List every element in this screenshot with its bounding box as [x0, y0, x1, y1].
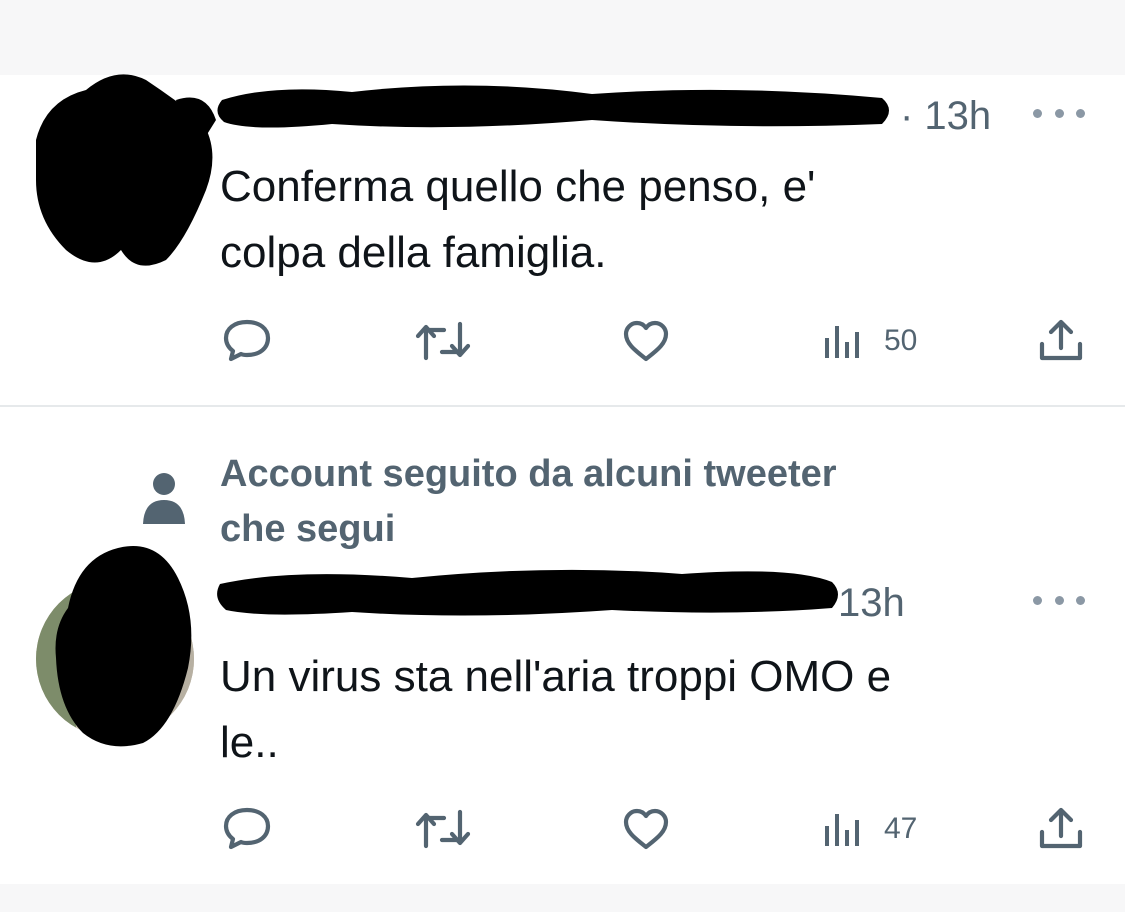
retweet-icon [415, 809, 471, 849]
bottom-gap [0, 884, 1125, 912]
share-button[interactable] [1038, 318, 1084, 362]
share-icon [1039, 319, 1083, 361]
avatar-redaction [48, 538, 198, 748]
share-icon [1039, 807, 1083, 849]
like-button[interactable] [622, 808, 670, 850]
like-icon [623, 808, 669, 850]
author-name-redaction [212, 70, 897, 138]
retweet-button[interactable] [414, 320, 472, 362]
reply-icon [223, 319, 271, 362]
views-count: 50 [884, 324, 918, 357]
avatar-redaction [26, 60, 226, 275]
views-button[interactable]: 50 [822, 322, 917, 360]
views-icon [825, 326, 859, 358]
author-name-redaction [212, 558, 844, 624]
like-icon [623, 320, 669, 362]
tweet-timestamp[interactable]: 13h [838, 583, 905, 623]
views-count: 47 [884, 812, 918, 845]
tweet-timestamp[interactable]: · 13h [900, 96, 991, 136]
more-options-icon[interactable] [1033, 103, 1085, 123]
tweet-text: Un virus sta nell'aria troppi OMO e le.. [220, 652, 892, 767]
social-context-label[interactable]: Account seguito da alcuni tweeter che se… [220, 447, 1040, 557]
tweet-divider [0, 405, 1125, 407]
views-button[interactable]: 47 [822, 810, 917, 848]
retweet-button[interactable] [414, 808, 472, 850]
reply-button[interactable] [222, 318, 272, 362]
views-icon [825, 814, 859, 846]
like-button[interactable] [622, 320, 670, 362]
tweet-text: Conferma quello che penso, e' colpa dell… [220, 162, 816, 277]
retweet-icon [415, 321, 471, 361]
reply-button[interactable] [222, 806, 272, 850]
reply-icon [223, 807, 271, 850]
person-icon [140, 472, 188, 526]
more-options-icon[interactable] [1033, 590, 1085, 610]
share-button[interactable] [1038, 806, 1084, 850]
